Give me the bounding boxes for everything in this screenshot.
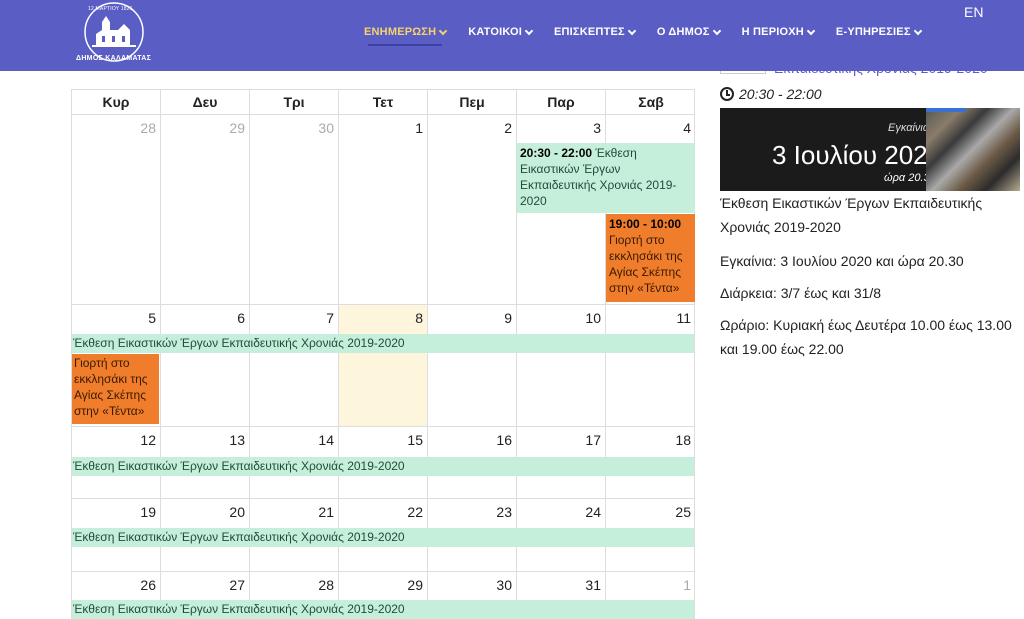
day-number[interactable]: 13 bbox=[161, 427, 250, 448]
poster-date: 3 Ιουλίου 2020 bbox=[772, 140, 943, 170]
day-number[interactable]: 5 bbox=[72, 305, 161, 326]
poster-accent bbox=[926, 108, 966, 112]
calendar-event-feast[interactable]: 19:00 - 10:00 Γιορτή στο εκκλησάκι της Α… bbox=[606, 214, 695, 302]
chevron-down-icon bbox=[438, 26, 448, 35]
day-number[interactable]: 3 bbox=[517, 115, 606, 136]
calendar-event-exhibition[interactable]: Έκθεση Εικαστικών Έργων Εκπαιδευτικής Χρ… bbox=[72, 334, 694, 353]
day-number[interactable]: 28 bbox=[250, 572, 339, 593]
poster-label: Εγκαίνια bbox=[888, 122, 930, 134]
day-number[interactable]: 29 bbox=[161, 115, 250, 136]
nav-item-eservices[interactable]: Ε-ΥΠΗΡΕΣΙΕΣ bbox=[835, 26, 922, 38]
day-cell[interactable] bbox=[428, 115, 517, 304]
day-number[interactable]: 21 bbox=[250, 499, 339, 520]
event-poster-image[interactable]: Εγκαίνια 3 Ιουλίου 2020 ώρα 20.30 bbox=[720, 108, 1020, 191]
calendar-week: 26 27 28 29 30 31 1 Έκθεση Εικαστικών Έρ… bbox=[71, 572, 695, 619]
day-number[interactable]: 7 bbox=[250, 305, 339, 326]
chevron-down-icon bbox=[806, 26, 816, 35]
nav-label: ΚΑΤΟΙΚΟΙ bbox=[468, 26, 522, 38]
day-number[interactable]: 29 bbox=[339, 572, 428, 593]
day-cell[interactable] bbox=[339, 115, 428, 304]
weekday-header: Κυρ Δευ Τρι Τετ Πεμ Παρ Σαβ bbox=[71, 89, 695, 115]
nav-item-visitors[interactable]: ΕΠΙΣΚΕΠΤΕΣ bbox=[554, 26, 637, 38]
nav-item-residents[interactable]: ΚΑΤΟΙΚΟΙ bbox=[468, 26, 534, 38]
day-number[interactable]: 30 bbox=[428, 572, 517, 593]
weekday-label: Πεμ bbox=[428, 90, 517, 115]
day-number[interactable]: 4 bbox=[606, 115, 696, 136]
day-cell[interactable] bbox=[72, 115, 161, 304]
weekday-label: Τρι bbox=[250, 90, 339, 115]
day-number[interactable]: 23 bbox=[428, 499, 517, 520]
calendar-event-exhibition[interactable]: Έκθεση Εικαστικών Έργων Εκπαιδευτικής Χρ… bbox=[72, 600, 694, 619]
logo-caption: ΔΗΜΟΣ ΚΑΛΑΜΑΤΑΣ bbox=[76, 55, 152, 62]
day-number[interactable]: 9 bbox=[428, 305, 517, 326]
event-title: Έκθεση Εικαστικών Έργων Εκπαιδευτικής Χρ… bbox=[720, 195, 983, 235]
day-number[interactable]: 25 bbox=[606, 499, 696, 520]
nav-label: Ε-ΥΠΗΡΕΣΙΕΣ bbox=[835, 26, 911, 38]
chevron-down-icon bbox=[627, 26, 637, 35]
day-number[interactable]: 8 bbox=[339, 305, 428, 326]
day-number[interactable]: 28 bbox=[72, 115, 161, 136]
chevron-down-icon bbox=[913, 26, 922, 35]
nav-label: Ο ΔΗΜΟΣ bbox=[656, 26, 710, 38]
day-number[interactable]: 19 bbox=[72, 499, 161, 520]
calendar-week: 19 20 21 22 23 24 25 Έκθεση Εικαστικών Έ… bbox=[71, 499, 695, 572]
event-time: 19:00 - 10:00 bbox=[609, 217, 682, 231]
main-nav: ΕΝΗΜΕΡΩΣΗ ΚΑΤΟΙΚΟΙ ΕΠΙΣΚΕΠΤΕΣ Ο ΔΗΜΟΣ Η … bbox=[364, 26, 943, 46]
day-number[interactable]: 27 bbox=[161, 572, 250, 593]
day-number[interactable]: 10 bbox=[517, 305, 606, 326]
weekday-label: Σαβ bbox=[638, 94, 664, 110]
day-number[interactable]: 26 bbox=[72, 572, 161, 593]
day-number[interactable]: 17 bbox=[517, 427, 606, 448]
nav-label: ΕΠΙΣΚΕΠΤΕΣ bbox=[554, 26, 625, 38]
day-number[interactable]: 24 bbox=[517, 499, 606, 520]
nav-label: ΕΝΗΜΕΡΩΣΗ bbox=[364, 26, 437, 38]
event-duration: Διάρκεια: 3/7 έως και 31/8 bbox=[720, 285, 882, 301]
chevron-down-icon bbox=[712, 26, 721, 35]
nav-item-municipality[interactable]: Ο ΔΗΜΟΣ bbox=[656, 26, 721, 38]
weekday-label: Δευ bbox=[161, 90, 250, 115]
event-opening: Εγκαίνια: 3 Ιουλίου 2020 και ώρα 20.30 bbox=[720, 253, 964, 269]
artwork-collage-icon bbox=[926, 108, 1020, 191]
day-number[interactable]: 20 bbox=[161, 499, 250, 520]
chevron-down-icon bbox=[524, 26, 534, 35]
day-number[interactable]: 11 bbox=[606, 305, 696, 326]
event-time-row: 20:30 - 22:00 bbox=[720, 86, 822, 102]
calendar-event-exhibition[interactable]: Έκθεση Εικαστικών Έργων Εκπαιδευτικής Χρ… bbox=[72, 457, 694, 476]
day-cell[interactable] bbox=[250, 115, 339, 304]
calendar-week: 28 29 30 1 2 3 4 20:30 - 22:00 Έκθεση Ει… bbox=[71, 115, 695, 305]
calendar-week: 5 6 7 8 9 10 11 Έκθεση Εικαστικών Έργων … bbox=[71, 305, 695, 427]
day-number[interactable]: 22 bbox=[339, 499, 428, 520]
day-number[interactable]: 15 bbox=[339, 427, 428, 448]
nav-item-news[interactable]: ΕΝΗΜΕΡΩΣΗ bbox=[364, 26, 448, 46]
event-time: 20:30 - 22:00 bbox=[739, 86, 822, 102]
weekday-label: Τετ bbox=[339, 90, 428, 115]
day-number[interactable]: 12 bbox=[72, 427, 161, 448]
day-number[interactable]: 1 bbox=[606, 572, 696, 593]
day-number[interactable]: 14 bbox=[250, 427, 339, 448]
clock-icon bbox=[720, 87, 734, 101]
day-number[interactable]: 2 bbox=[428, 115, 517, 136]
day-number[interactable]: 18 bbox=[606, 427, 696, 448]
day-number[interactable]: 6 bbox=[161, 305, 250, 326]
day-cell[interactable] bbox=[161, 115, 250, 304]
weekday-label: Κυρ bbox=[72, 90, 161, 115]
day-number[interactable]: 1 bbox=[339, 115, 428, 136]
calendar-event-feast[interactable]: Γιορτή στο εκκλησάκι της Αγίας Σκέπης στ… bbox=[72, 354, 159, 424]
day-number[interactable]: 30 bbox=[250, 115, 339, 136]
logo-arc-text: 12 ΜΑΡΤΙΟΥ 1821 bbox=[88, 6, 133, 12]
event-time: 20:30 - 22:00 bbox=[520, 146, 593, 160]
event-title: Γιορτή στο εκκλησάκι της Αγίας Σκέπης στ… bbox=[609, 233, 683, 295]
site-header: ΔΗΜΟΣ ΚΑΛΑΜΑΤΑΣ 12 ΜΑΡΤΙΟΥ 1821 ΕΝΗΜΕΡΩΣ… bbox=[0, 0, 1024, 71]
day-number[interactable]: 31 bbox=[517, 572, 606, 593]
nav-item-region[interactable]: Η ΠΕΡΙΟΧΗ bbox=[741, 26, 816, 38]
language-switch-link[interactable]: EN bbox=[964, 4, 983, 20]
nav-label: Η ΠΕΡΙΟΧΗ bbox=[741, 26, 804, 38]
weekday-label: Παρ bbox=[517, 90, 606, 115]
event-hours: Ωράριο: Κυριακή έως Δευτέρα 10.00 έως 13… bbox=[720, 317, 1012, 357]
month-calendar: Κυρ Δευ Τρι Τετ Πεμ Παρ Σαβ 28 29 30 1 2… bbox=[71, 89, 695, 619]
calendar-event-exhibition[interactable]: Έκθεση Εικαστικών Έργων Εκπαιδευτικής Χρ… bbox=[72, 528, 694, 547]
calendar-week: 12 13 14 15 16 17 18 Έκθεση Εικαστικών Έ… bbox=[71, 427, 695, 499]
day-number[interactable]: 16 bbox=[428, 427, 517, 448]
calendar-event-exhibition[interactable]: 20:30 - 22:00 Έκθεση Εικαστικών Έργων Εκ… bbox=[517, 143, 695, 213]
